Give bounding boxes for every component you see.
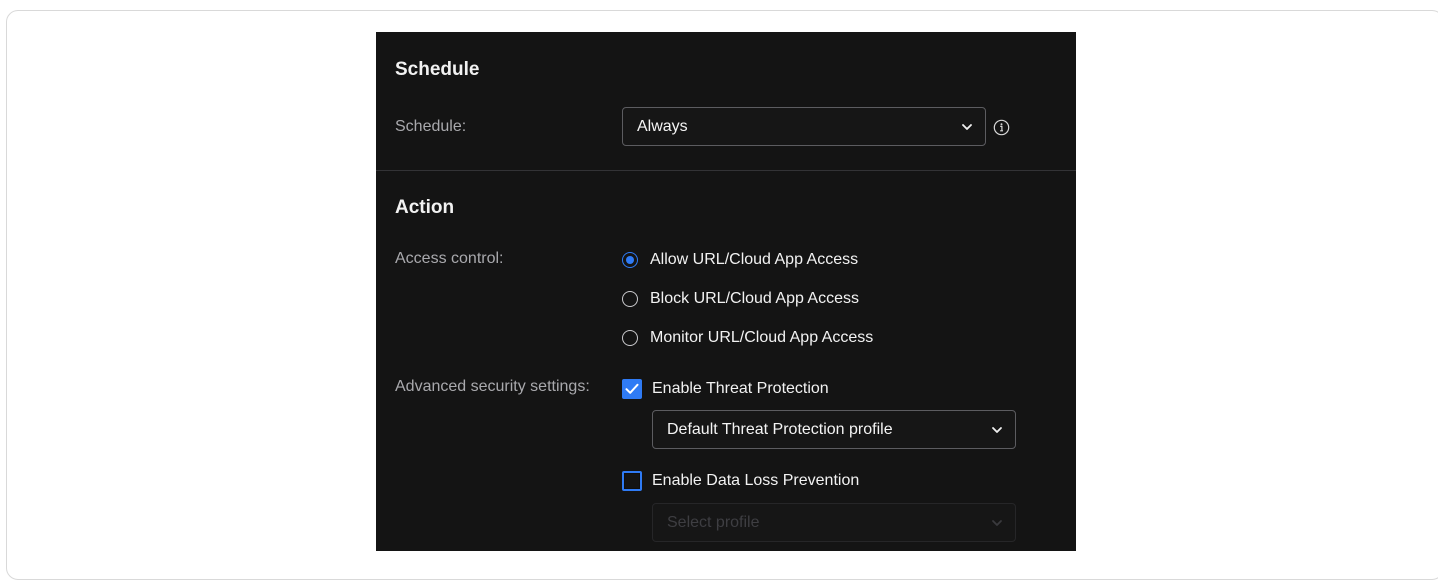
threat-protection-checkbox[interactable] bbox=[622, 379, 642, 399]
schedule-select[interactable]: Always bbox=[622, 107, 986, 146]
radio-allow-access[interactable]: Allow URL/Cloud App Access bbox=[622, 249, 858, 271]
schedule-field-label: Schedule: bbox=[395, 118, 467, 135]
schedule-section-title: Schedule bbox=[395, 59, 480, 80]
chevron-down-icon bbox=[979, 426, 1015, 434]
checkmark-icon bbox=[625, 383, 639, 394]
radio-block-access-label: Block URL/Cloud App Access bbox=[650, 290, 859, 307]
schedule-select-value: Always bbox=[637, 117, 688, 135]
threat-protection-profile-select[interactable]: Default Threat Protection profile bbox=[652, 410, 1016, 449]
action-section-title: Action bbox=[395, 197, 455, 218]
radio-button[interactable] bbox=[622, 330, 638, 346]
section-divider bbox=[376, 170, 1076, 171]
data-loss-prevention-label: Enable Data Loss Prevention bbox=[652, 472, 860, 489]
policy-settings-panel: Schedule Schedule: Always Action Access … bbox=[376, 32, 1076, 551]
radio-monitor-access[interactable]: Monitor URL/Cloud App Access bbox=[622, 327, 873, 349]
radio-monitor-access-label: Monitor URL/Cloud App Access bbox=[650, 329, 874, 346]
info-icon[interactable] bbox=[991, 117, 1011, 137]
data-loss-prevention-checkbox-row[interactable]: Enable Data Loss Prevention bbox=[622, 470, 859, 492]
chevron-down-icon bbox=[949, 123, 985, 131]
radio-button-selected[interactable] bbox=[622, 252, 638, 268]
radio-block-access[interactable]: Block URL/Cloud App Access bbox=[622, 288, 859, 310]
data-loss-prevention-checkbox[interactable] bbox=[622, 471, 642, 491]
radio-button[interactable] bbox=[622, 291, 638, 307]
chevron-down-icon bbox=[979, 519, 1015, 527]
threat-protection-label: Enable Threat Protection bbox=[652, 380, 829, 397]
dlp-profile-select: Select profile bbox=[652, 503, 1016, 542]
threat-protection-checkbox-row[interactable]: Enable Threat Protection bbox=[622, 378, 829, 400]
dlp-profile-placeholder: Select profile bbox=[667, 513, 760, 531]
radio-allow-access-label: Allow URL/Cloud App Access bbox=[650, 251, 859, 268]
threat-protection-profile-value: Default Threat Protection profile bbox=[667, 420, 893, 438]
access-control-label: Access control: bbox=[395, 250, 504, 267]
advanced-security-label: Advanced security settings: bbox=[395, 378, 590, 395]
